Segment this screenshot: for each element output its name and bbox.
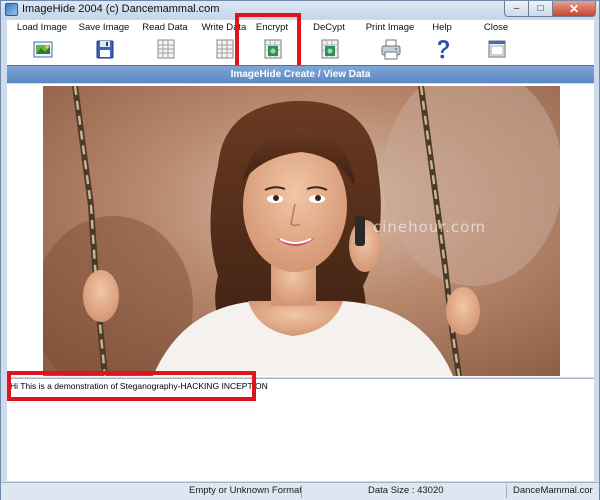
status-divider [506, 485, 507, 498]
status-brand: DanceMammal.cor [513, 485, 593, 496]
photo-watermark: cinehour.com [373, 218, 486, 236]
status-format: Empty or Unknown Format [189, 485, 302, 496]
floppy-disk-icon [96, 40, 114, 59]
save-image-label: Save Image [78, 22, 130, 33]
close-button[interactable]: Close [461, 21, 531, 65]
save-image-button[interactable]: Save Image [69, 21, 139, 65]
close-window-button[interactable]: ✕ [553, 1, 596, 17]
minimize-button[interactable]: ‒ [504, 1, 529, 17]
view-header-title: ImageHide Create / View Data [230, 69, 371, 80]
maximize-button[interactable]: □ [529, 1, 553, 17]
view-header: ImageHide Create / View Data [7, 65, 594, 83]
close-label: Close [483, 22, 509, 33]
grid-document-icon [157, 39, 175, 59]
status-divider [301, 485, 302, 498]
image-view[interactable]: cinehour.com [7, 84, 594, 377]
encrypt-highlight-box [235, 13, 301, 69]
message-highlight-box [7, 371, 256, 401]
printer-icon [381, 39, 401, 60]
load-image-label: Load Image [16, 22, 68, 33]
app-window: ImageHide 2004 (c) Dancemammal.com ‒ □ ✕… [0, 0, 600, 500]
decrypt-icon [321, 39, 339, 59]
app-icon [5, 3, 18, 16]
loaded-photo: cinehour.com [43, 86, 560, 376]
close-window-icon [488, 40, 506, 58]
status-bar: Empty or Unknown Format Data Size : 4302… [1, 482, 599, 500]
window-title: ImageHide 2004 (c) Dancemammal.com [22, 3, 220, 15]
load-image-icon [33, 41, 53, 58]
decrypt-label: DeCypt [313, 22, 345, 33]
grid-document-icon [216, 39, 234, 59]
decrypt-button[interactable]: DeCypt [294, 21, 364, 65]
status-data-size: Data Size : 43020 [368, 485, 444, 496]
window-controls: ‒ □ ✕ [504, 1, 596, 18]
load-image-button[interactable]: Load Image [7, 21, 77, 65]
question-mark-icon [438, 40, 449, 59]
